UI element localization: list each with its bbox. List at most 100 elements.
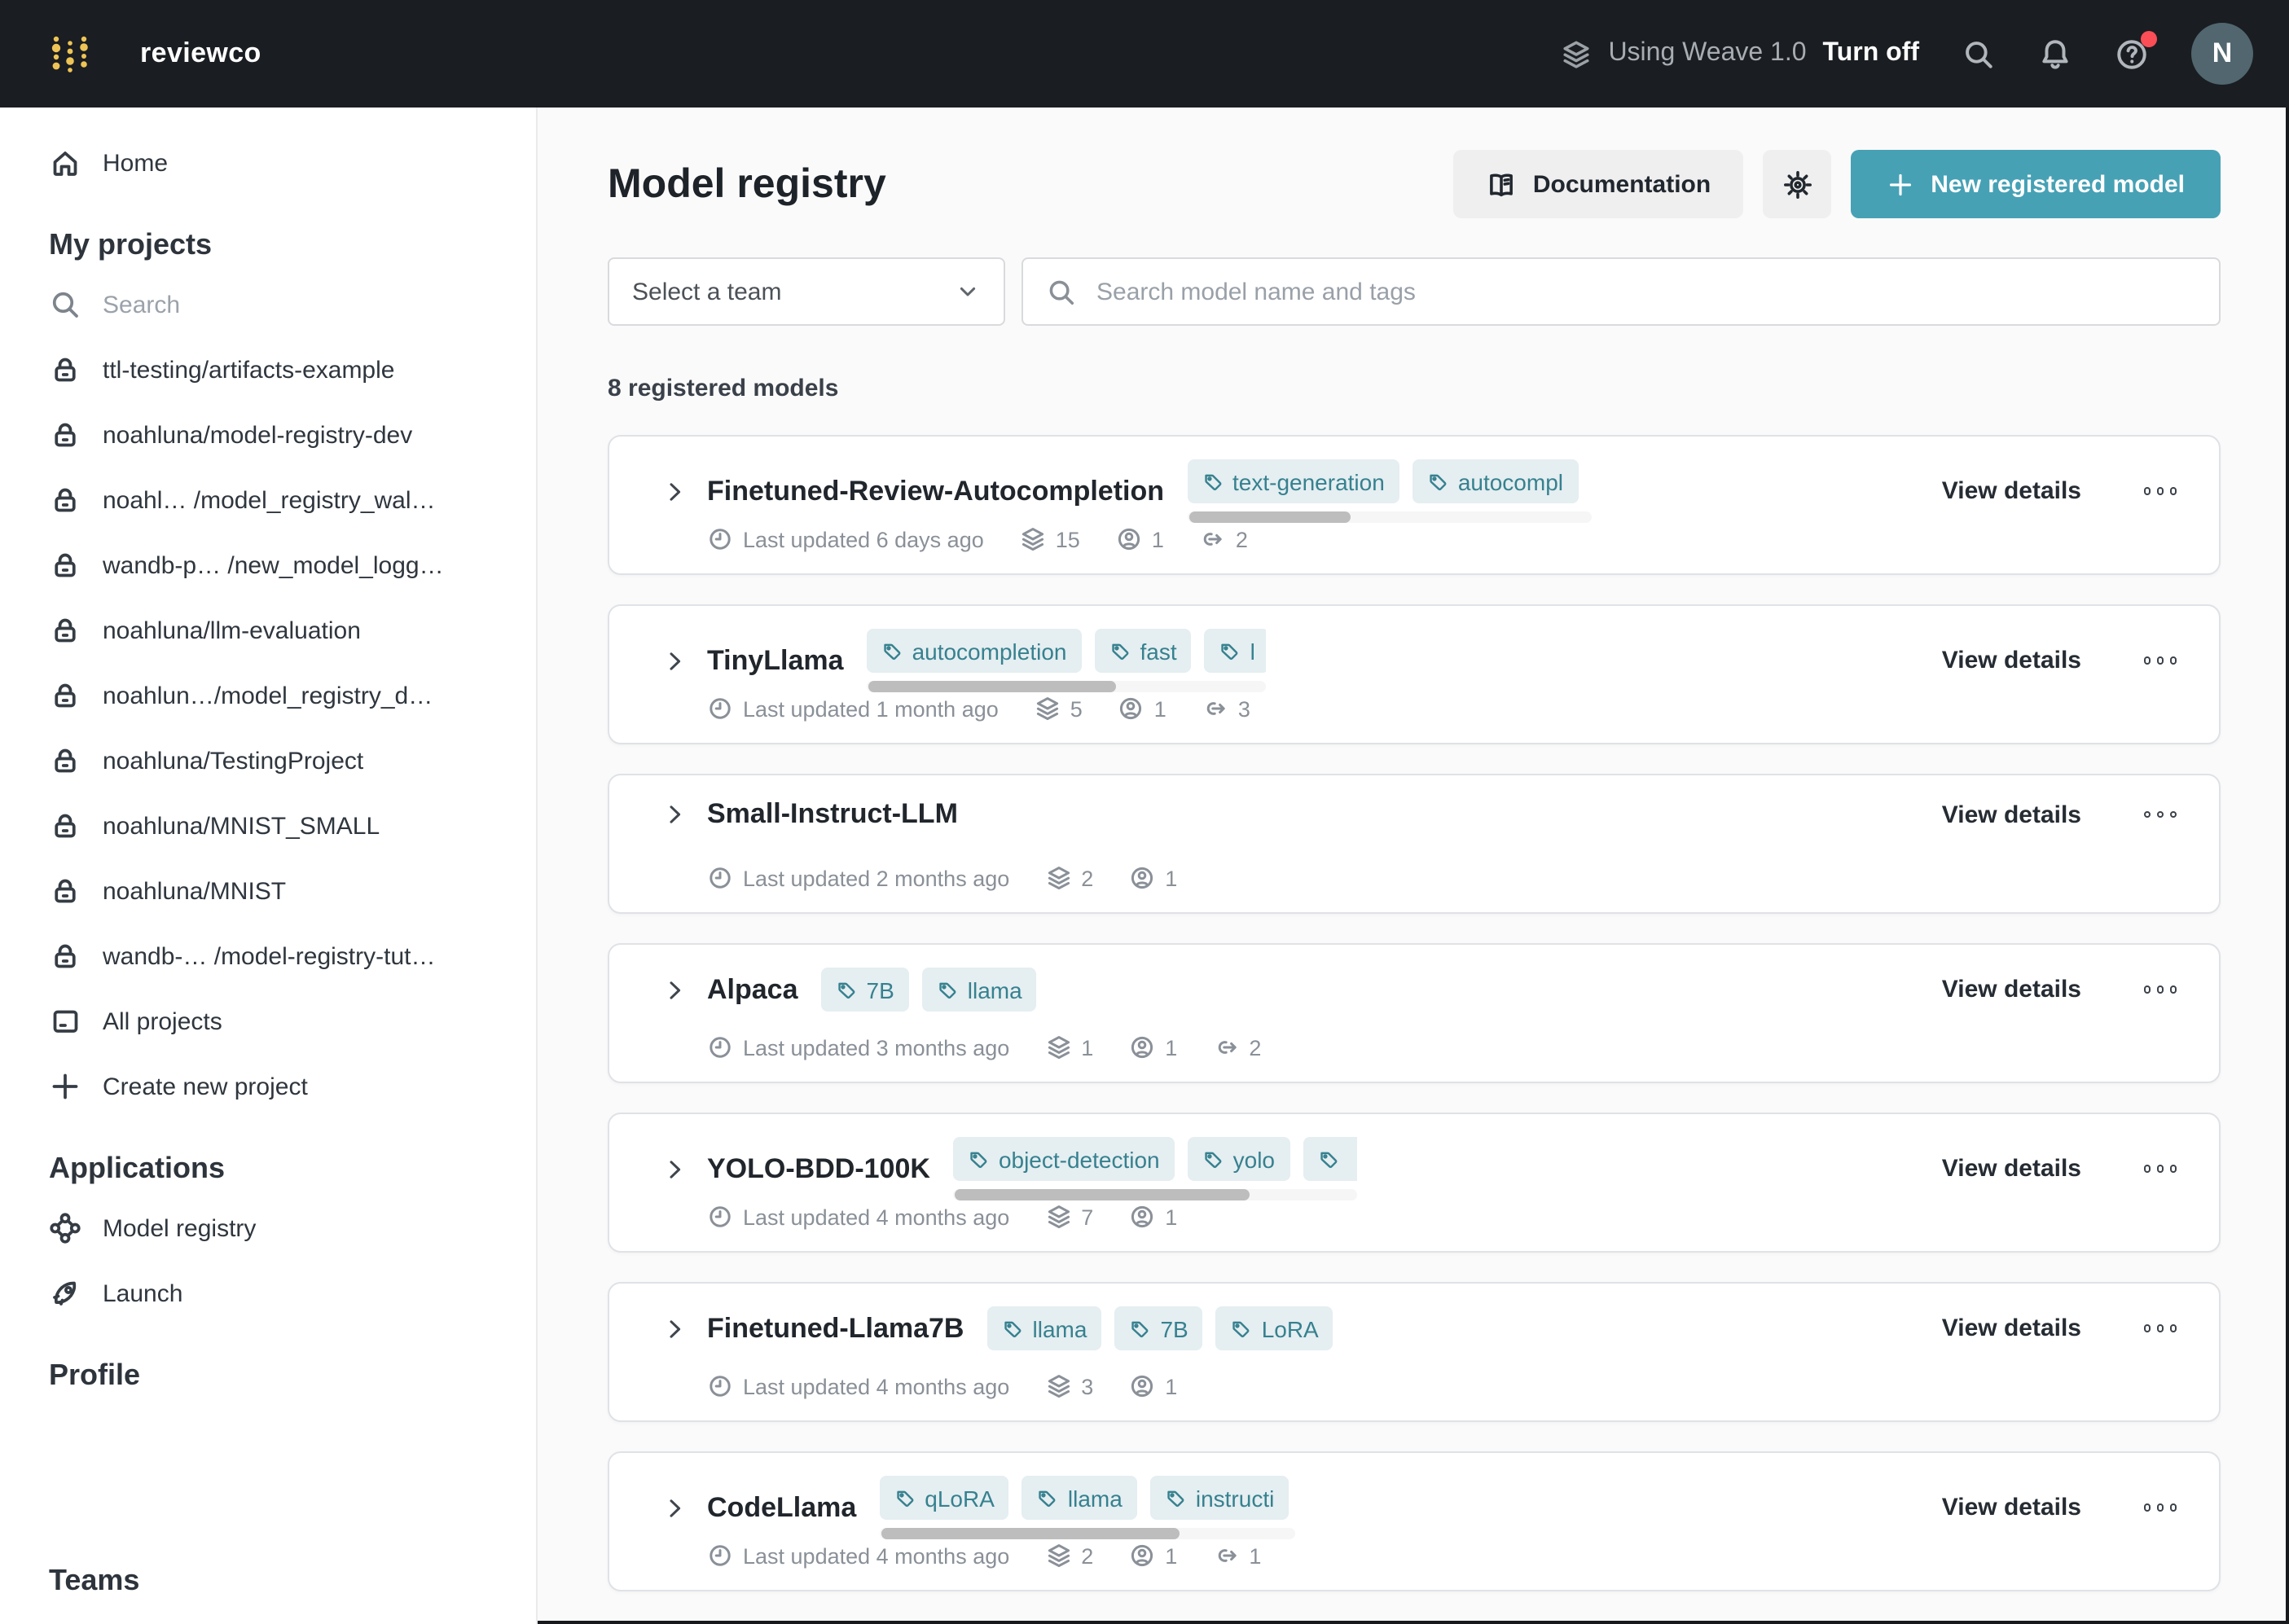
sidebar-item-launch[interactable]: Launch <box>0 1261 536 1326</box>
model-registry-icon <box>49 1212 81 1244</box>
view-details-button[interactable]: View details <box>1942 1494 2081 1521</box>
new-registered-model-button[interactable]: New registered model <box>1851 150 2221 218</box>
notifications-bell-icon[interactable] <box>2038 37 2072 71</box>
tag[interactable]: 7B <box>1114 1306 1202 1350</box>
tags-scrollbar-thumb[interactable] <box>868 681 1116 692</box>
avatar[interactable]: N <box>2191 23 2253 85</box>
sidebar-project-item[interactable]: noahlun…/model_registry_d… <box>0 663 536 728</box>
model-name[interactable]: TinyLlama <box>707 644 844 677</box>
more-menu-button[interactable] <box>2143 811 2177 819</box>
view-details-button[interactable]: View details <box>1942 477 2081 505</box>
sidebar-project-item[interactable]: noahluna/TestingProject <box>0 728 536 793</box>
more-menu-button[interactable] <box>2143 657 2177 665</box>
tag[interactable]: autocompl <box>1413 459 1578 503</box>
sidebar-project-item[interactable]: wandb-p… /new_model_logg… <box>0 533 536 598</box>
more-menu-button[interactable] <box>2143 986 2177 994</box>
project-search-input[interactable]: Search <box>0 272 536 337</box>
team-select-dropdown[interactable]: Select a team <box>608 257 1005 326</box>
weave-status-text: Using Weave 1.0 <box>1608 39 1806 68</box>
view-details-button[interactable]: View details <box>1942 1155 2081 1183</box>
user-icon <box>1129 1204 1155 1230</box>
tag[interactable]: object-detection <box>953 1137 1175 1181</box>
lock-icon <box>49 744 81 777</box>
chevron-right-icon[interactable] <box>661 1315 688 1341</box>
sidebar-project-item[interactable]: noahluna/MNIST_SMALL <box>0 793 536 858</box>
view-details-button[interactable]: View details <box>1942 976 2081 1003</box>
tags-scrollbar[interactable] <box>953 1189 1357 1200</box>
tag[interactable]: qLoRA <box>879 1476 1009 1520</box>
more-menu-button[interactable] <box>2143 1165 2177 1173</box>
sidebar-item-all-projects[interactable]: All projects <box>0 989 536 1054</box>
sidebar-item-create-new-project[interactable]: Create new project <box>0 1054 536 1119</box>
help-button[interactable] <box>2115 37 2149 71</box>
versions-count: 7 <box>1045 1204 1093 1230</box>
tag-label: 7B <box>867 977 894 1003</box>
sidebar-project-item[interactable]: noahluna/model-registry-dev <box>0 402 536 467</box>
lock-icon <box>49 679 81 712</box>
last-updated: Last updated 2 months ago <box>707 865 1009 891</box>
sidebar-item-model-registry[interactable]: Model registry <box>0 1196 536 1261</box>
chevron-right-icon[interactable] <box>661 1495 688 1521</box>
more-menu-button[interactable] <box>2143 1504 2177 1512</box>
model-name[interactable]: Finetuned-Review-Autocompletion <box>707 475 1164 507</box>
tag[interactable]: l <box>1205 629 1266 673</box>
model-card: CodeLlama qLoRA llama instructi View det… <box>608 1451 2221 1591</box>
tags-scrollbar-thumb[interactable] <box>955 1189 1250 1200</box>
model-name[interactable]: Alpaca <box>707 973 798 1006</box>
tag[interactable]: llama <box>1022 1476 1137 1520</box>
chevron-right-icon[interactable] <box>661 1156 688 1182</box>
sidebar-project-item[interactable]: noahluna/llm-evaluation <box>0 598 536 663</box>
sidebar-item-home[interactable]: Home <box>0 130 536 195</box>
top-navigation-bar: reviewco Using Weave 1.0 Turn off N <box>0 0 2289 108</box>
chevron-right-icon[interactable] <box>661 647 688 674</box>
view-details-button[interactable]: View details <box>1942 1315 2081 1342</box>
sidebar-project-item[interactable]: noahl… /model_registry_wal… <box>0 467 536 533</box>
model-name[interactable]: CodeLlama <box>707 1491 856 1524</box>
model-name[interactable]: YOLO-BDD-100K <box>707 1152 930 1185</box>
weave-turn-off-button[interactable]: Turn off <box>1823 39 1919 68</box>
tag-label: LoRA <box>1262 1315 1319 1341</box>
tag[interactable]: text-generation <box>1187 459 1399 503</box>
tags-scrollbar-thumb[interactable] <box>881 1528 1180 1539</box>
more-menu-button[interactable] <box>2143 1325 2177 1332</box>
tag[interactable]: autocompletion <box>867 629 1082 673</box>
tags-scrollbar[interactable] <box>867 681 1266 692</box>
sidebar-project-item[interactable]: wandb-… /model-registry-tut… <box>0 924 536 989</box>
tags-scrollbar[interactable] <box>1187 511 1591 523</box>
tag[interactable]: llama <box>987 1306 1102 1350</box>
tag[interactable]: fast <box>1094 629 1191 673</box>
tag-icon <box>1037 1487 1058 1508</box>
tag[interactable] <box>1303 1137 1357 1181</box>
view-details-button[interactable]: View details <box>1942 801 2081 828</box>
model-name[interactable]: Finetuned-Llama7B <box>707 1312 964 1345</box>
sidebar-project-item[interactable]: noahluna/MNIST <box>0 858 536 924</box>
last-updated: Last updated 4 months ago <box>707 1543 1009 1569</box>
settings-button[interactable] <box>1763 150 1831 218</box>
chevron-right-icon[interactable] <box>661 977 688 1003</box>
chevron-right-icon[interactable] <box>661 478 688 504</box>
links-count: 2 <box>1213 1034 1261 1060</box>
documentation-button[interactable]: Documentation <box>1453 150 1743 218</box>
project-name: noahluna/llm-evaluation <box>103 617 361 644</box>
chevron-right-icon[interactable] <box>661 801 688 827</box>
search-icon[interactable] <box>1962 37 1996 71</box>
tags-scrollbar[interactable] <box>879 1528 1294 1539</box>
tag[interactable]: instructi <box>1150 1476 1289 1520</box>
tag[interactable]: 7B <box>821 968 909 1012</box>
model-name[interactable]: Small-Instruct-LLM <box>707 798 958 831</box>
page-title: Model registry <box>608 160 886 208</box>
tag[interactable]: llama <box>922 968 1037 1012</box>
link-icon <box>1200 526 1226 552</box>
tag[interactable]: LoRA <box>1216 1306 1333 1350</box>
model-search-input[interactable]: Search model name and tags <box>1021 257 2221 326</box>
tag[interactable]: yolo <box>1188 1137 1289 1181</box>
teams-heading: Teams <box>0 1564 536 1598</box>
more-menu-button[interactable] <box>2143 488 2177 495</box>
sidebar-project-item[interactable]: ttl-testing/artifacts-example <box>0 337 536 402</box>
versions-layers-icon <box>1045 1204 1071 1230</box>
versions-count: 5 <box>1035 696 1083 722</box>
brand-logo-icon[interactable] <box>49 33 91 75</box>
tags-scrollbar-thumb[interactable] <box>1188 511 1350 523</box>
view-details-button[interactable]: View details <box>1942 647 2081 674</box>
last-updated: Last updated 6 days ago <box>707 526 984 552</box>
